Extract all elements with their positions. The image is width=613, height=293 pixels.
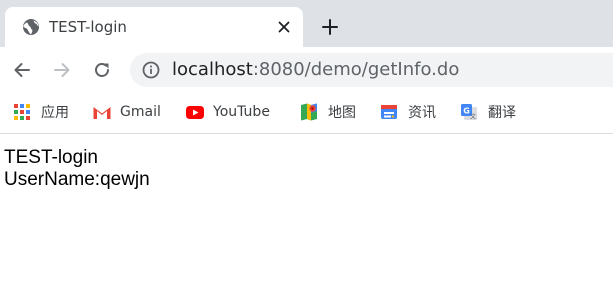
info-icon[interactable] [142,61,160,79]
url-path: :8080/demo/getInfo.do [252,59,460,80]
gmail-icon [92,103,111,121]
url-host: localhost [172,59,253,80]
bookmark-translate[interactable]: G 文 翻译 [460,101,516,123]
bookmark-gmail[interactable]: Gmail [92,101,161,123]
address-bar[interactable]: localhost:8080/demo/getInfo.do [130,53,613,87]
close-icon[interactable] [274,17,294,37]
bookmark-label: YouTube [213,104,270,120]
bookmark-apps[interactable]: 应用 [13,101,69,123]
active-tab[interactable]: TEST-login [5,7,303,47]
bookmark-news[interactable]: 资讯 [380,101,436,123]
page-content: TEST-login UserName:qewjn [4,147,150,191]
bookmarks-bar: 应用 Gmail YouTube 地图 资讯 G 文 翻译 [0,93,613,134]
url-text[interactable]: localhost:8080/demo/getInfo.do [172,60,459,80]
bookmark-label: 翻译 [488,105,516,121]
globe-icon [22,18,40,36]
youtube-icon [185,103,204,121]
forward-arrow-icon[interactable] [48,56,76,84]
username-text: UserName:qewjn [4,169,150,190]
bookmark-label: 应用 [41,105,69,121]
apps-grid-icon [13,103,31,121]
bookmark-maps[interactable]: 地图 [300,101,356,123]
back-arrow-icon[interactable] [8,56,36,84]
tab-strip: TEST-login [0,0,613,47]
reload-icon[interactable] [88,56,116,84]
browser-chrome: TEST-login localhost:8080/demo/getInfo.d… [0,0,613,134]
tab-title: TEST-login [49,18,127,36]
page-heading-text: TEST-login [4,147,98,168]
svg-text:文: 文 [470,113,476,121]
bookmark-label: Gmail [120,104,161,120]
plus-icon[interactable] [316,13,344,41]
toolbar: localhost:8080/demo/getInfo.do [0,47,613,93]
bookmark-label: 资讯 [408,105,436,121]
bookmark-youtube[interactable]: YouTube [185,101,270,123]
svg-text:G: G [463,107,470,116]
translate-icon: G 文 [460,103,478,121]
news-icon [380,103,398,121]
maps-icon [300,103,318,121]
bookmark-label: 地图 [328,105,356,121]
